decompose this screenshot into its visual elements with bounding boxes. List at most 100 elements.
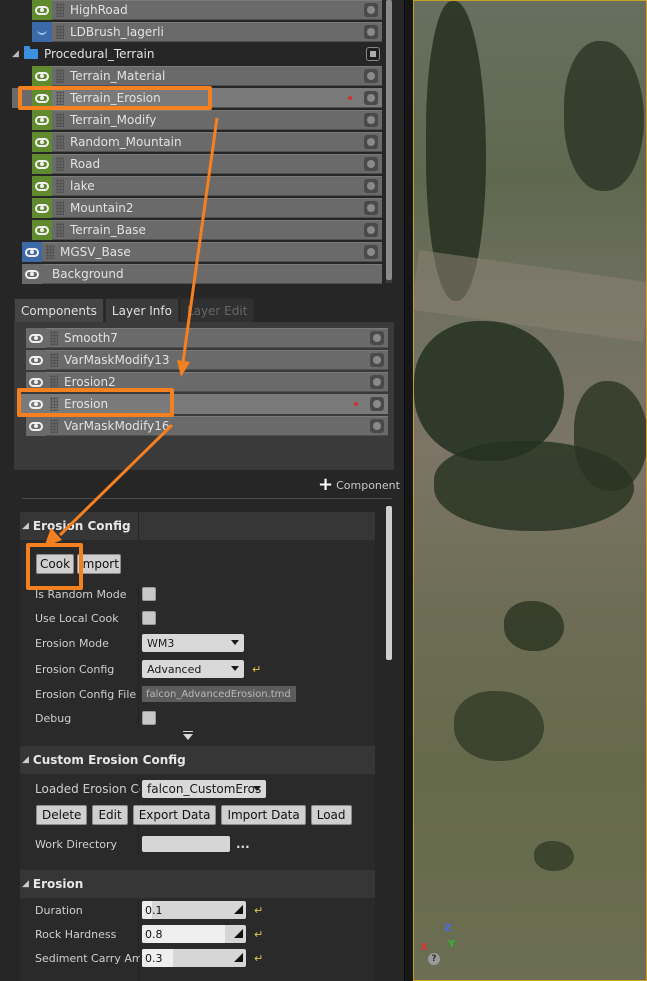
layer-status-icon[interactable] — [364, 113, 378, 127]
drag-handle[interactable] — [56, 179, 64, 193]
layer-row[interactable]: Random_Mountain — [32, 132, 382, 152]
visibility-toggle[interactable] — [26, 372, 46, 392]
layer-status-icon[interactable] — [364, 69, 378, 83]
component-row[interactable]: Smooth7 — [26, 328, 388, 348]
layer-status-icon[interactable] — [364, 157, 378, 171]
component-status-icon[interactable] — [370, 397, 384, 411]
drag-handle[interactable] — [50, 353, 58, 367]
category-erosion[interactable]: ◢ Erosion — [20, 870, 375, 898]
load-button[interactable]: Load — [310, 805, 352, 825]
component-row[interactable]: VarMaskModify16 — [26, 416, 388, 436]
drag-handle[interactable] — [46, 245, 54, 259]
layer-row[interactable]: Terrain_Material — [32, 66, 382, 86]
category-custom-erosion-config[interactable]: ◢ Custom Erosion Config — [20, 746, 375, 774]
layer-status-icon[interactable] — [364, 3, 378, 17]
work-directory-input[interactable] — [142, 836, 230, 852]
erosion-config-dropdown[interactable]: Advanced — [142, 660, 244, 678]
drag-handle[interactable] — [50, 331, 58, 345]
visibility-toggle[interactable] — [32, 220, 52, 240]
drag-handle[interactable] — [50, 397, 58, 411]
help-icon[interactable]: ? — [428, 953, 440, 965]
component-status-icon[interactable] — [370, 331, 384, 345]
layer-row-ldbrush[interactable]: LDBrush_lagerli — [32, 22, 382, 42]
visibility-toggle[interactable] — [26, 394, 46, 414]
drag-handle[interactable] — [56, 201, 64, 215]
layer-status-icon[interactable] — [364, 245, 378, 259]
layer-row-background[interactable]: Background — [22, 264, 382, 284]
layer-row[interactable]: Road — [32, 154, 382, 174]
drag-handle[interactable] — [50, 419, 58, 433]
drag-handle[interactable] — [56, 223, 64, 237]
drag-handle[interactable] — [56, 135, 64, 149]
drag-handle[interactable] — [56, 3, 64, 17]
visibility-toggle[interactable] — [32, 66, 52, 86]
layer-tree-scrollbar[interactable] — [386, 0, 392, 283]
sediment-carry-slider[interactable]: 0.3 — [142, 949, 246, 967]
visibility-toggle[interactable] — [26, 416, 46, 436]
layer-row[interactable]: Terrain_Base — [32, 220, 382, 240]
tab-layer-info[interactable]: Layer Info — [104, 298, 179, 322]
random-mode-checkbox[interactable] — [142, 587, 156, 601]
visibility-toggle[interactable] — [22, 264, 42, 284]
component-row-selected[interactable]: Erosion — [18, 394, 388, 414]
visibility-toggle[interactable] — [32, 88, 52, 108]
details-scrollbar[interactable] — [386, 506, 392, 660]
component-row[interactable]: VarMaskModify13 — [26, 350, 388, 370]
reset-to-default-icon[interactable]: ↵ — [254, 952, 263, 965]
layer-status-icon[interactable] — [364, 201, 378, 215]
layer-row-mgsv-base[interactable]: MGSV_Base — [22, 242, 382, 262]
reset-to-default-icon[interactable]: ↵ — [252, 663, 261, 676]
loaded-config-dropdown[interactable]: falcon_CustomEros — [142, 780, 266, 798]
import-button[interactable]: Import — [77, 554, 121, 574]
browse-button[interactable]: ... — [236, 837, 250, 851]
visibility-toggle[interactable] — [26, 350, 46, 370]
component-status-icon[interactable] — [370, 375, 384, 389]
duration-slider[interactable]: 0.1 — [142, 901, 246, 919]
layer-status-icon[interactable] — [364, 135, 378, 149]
drag-handle[interactable] — [56, 91, 64, 105]
component-status-icon[interactable] — [370, 353, 384, 367]
visibility-toggle[interactable] — [32, 110, 52, 130]
drag-handle[interactable] — [56, 69, 64, 83]
panel-splitter[interactable] — [404, 0, 413, 981]
import-data-button[interactable]: Import Data — [221, 805, 306, 825]
visibility-toggle[interactable] — [32, 176, 52, 196]
drag-handle[interactable] — [56, 113, 64, 127]
layer-folder-procedural-terrain[interactable]: ◢ Procedural_Terrain — [0, 44, 395, 64]
local-cook-checkbox[interactable] — [142, 611, 156, 625]
visibility-toggle[interactable] — [32, 154, 52, 174]
scrollbar-thumb[interactable] — [386, 0, 392, 280]
debug-checkbox[interactable] — [142, 711, 156, 725]
reset-to-default-icon[interactable]: ↵ — [254, 904, 263, 917]
layer-status-icon[interactable] — [364, 179, 378, 193]
layer-status-icon[interactable] — [364, 25, 378, 39]
visibility-toggle[interactable] — [32, 198, 52, 218]
collapse-triangle-icon[interactable]: ◢ — [12, 49, 22, 59]
add-component-button[interactable]: + Component — [318, 476, 400, 494]
layer-row[interactable]: lake — [32, 176, 382, 196]
edit-button[interactable]: Edit — [92, 805, 128, 825]
category-erosion-config[interactable]: ◢ Erosion Config — [20, 512, 375, 540]
reset-to-default-icon[interactable]: ↵ — [254, 928, 263, 941]
expand-advanced-icon[interactable] — [183, 731, 193, 740]
erosion-mode-dropdown[interactable]: WM3 — [142, 634, 244, 652]
folder-status-icon[interactable] — [366, 47, 380, 61]
visibility-toggle[interactable] — [22, 242, 42, 262]
visibility-toggle[interactable] — [32, 132, 52, 152]
layer-status-icon[interactable] — [364, 91, 378, 105]
component-status-icon[interactable] — [370, 419, 384, 433]
visibility-toggle[interactable] — [32, 0, 52, 20]
drag-handle[interactable] — [56, 25, 64, 39]
drag-handle[interactable] — [50, 375, 58, 389]
level-viewport[interactable] — [413, 0, 647, 981]
layer-status-icon[interactable] — [364, 223, 378, 237]
layer-row-highroad[interactable]: HighRoad — [32, 0, 382, 20]
layer-row-selected[interactable]: Terrain_Erosion — [12, 88, 382, 108]
layer-row[interactable]: Mountain2 — [32, 198, 382, 218]
export-data-button[interactable]: Export Data — [132, 805, 217, 825]
visibility-toggle[interactable] — [26, 328, 46, 348]
rock-hardness-slider[interactable]: 0.8 — [142, 925, 246, 943]
tab-components[interactable]: Components — [14, 298, 104, 322]
config-file-field[interactable]: falcon_AdvancedErosion.tmd — [142, 686, 296, 702]
cook-button[interactable]: Cook — [36, 554, 74, 574]
